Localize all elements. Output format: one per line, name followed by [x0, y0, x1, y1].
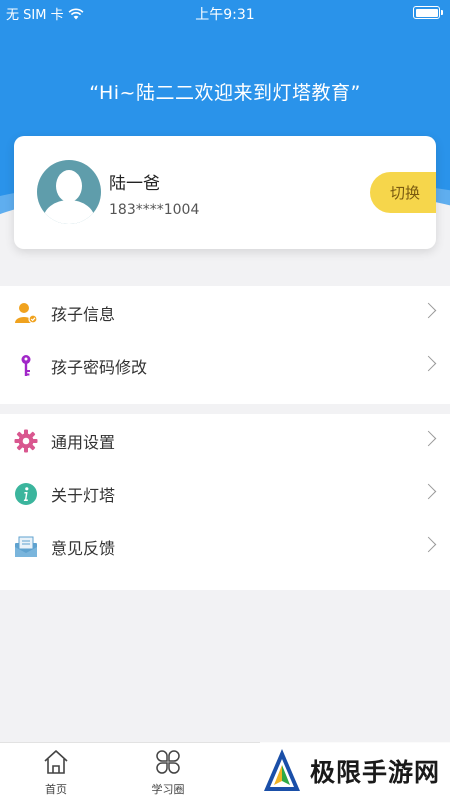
user-name: 陆一爸 [109, 174, 160, 194]
menu-label: 通用设置 [51, 432, 116, 452]
menu-label: 孩子密码修改 [51, 357, 148, 377]
menu-item-general-settings[interactable]: 通用设置 [0, 414, 450, 467]
profile-card: 陆一爸 183****1004 切换 [14, 136, 436, 249]
menu-item-feedback[interactable]: 意见反馈 [0, 520, 450, 573]
child-info-icon [15, 302, 38, 324]
info-icon [15, 482, 37, 505]
chevron-right-icon [420, 536, 437, 553]
status-time: 上午9:31 [195, 7, 255, 23]
chevron-right-icon [420, 430, 437, 447]
menu-label: 关于灯塔 [51, 485, 116, 505]
switch-account-button[interactable]: 切换 [370, 172, 436, 213]
tab-study-circle[interactable]: 学习圈 [128, 743, 208, 800]
menu-item-child-info[interactable]: 孩子信息 [0, 286, 450, 339]
watermark: 极限手游网 [260, 742, 450, 800]
clover-icon [156, 750, 180, 774]
tab-label: 学习圈 [151, 783, 185, 796]
chevron-right-icon [420, 302, 437, 319]
menu-group-general: 通用设置 关于灯塔 意见反馈 [0, 414, 450, 590]
user-phone: 183****1004 [109, 202, 200, 218]
battery-icon [413, 6, 443, 19]
menu-item-about[interactable]: 关于灯塔 [0, 467, 450, 520]
watermark-logo-icon [264, 749, 300, 791]
menu-group-child: 孩子信息 孩子密码修改 [0, 286, 450, 404]
avatar[interactable] [37, 160, 101, 224]
menu-label: 意见反馈 [51, 538, 116, 558]
welcome-text: “Hi~陆二二欢迎来到灯塔教育” [89, 82, 361, 104]
chevron-right-icon [420, 355, 437, 372]
home-icon [44, 750, 68, 774]
gear-icon [14, 429, 38, 452]
key-icon [21, 354, 31, 376]
watermark-text: 极限手游网 [310, 758, 441, 787]
tab-home[interactable]: 首页 [16, 743, 96, 800]
tab-label: 首页 [45, 783, 67, 796]
menu-item-child-password[interactable]: 孩子密码修改 [0, 339, 450, 392]
feedback-icon [15, 536, 37, 557]
status-bar: 无 SIM 卡 上午9:31 [0, 0, 450, 24]
chevron-right-icon [420, 483, 437, 500]
menu-label: 孩子信息 [51, 304, 116, 324]
